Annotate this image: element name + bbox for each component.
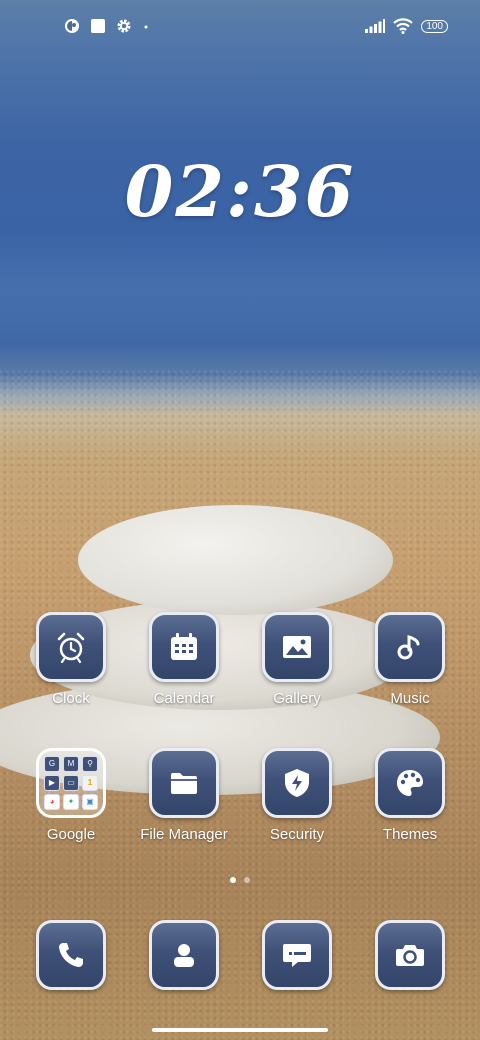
palette-icon[interactable] bbox=[375, 748, 445, 818]
app-label: Music bbox=[390, 690, 430, 707]
folder-mini-app: ▭ bbox=[63, 775, 79, 791]
stone-top bbox=[78, 505, 393, 615]
folder-mini-app: ▶ bbox=[44, 775, 60, 791]
page-dot-active[interactable] bbox=[230, 877, 236, 883]
dock-camera[interactable] bbox=[355, 920, 465, 990]
contacts-icon[interactable] bbox=[149, 920, 219, 990]
app-label: Calendar bbox=[153, 690, 215, 707]
app-google-folder[interactable]: G M ⚲ ▶ ▭ 1 ◕ ✦ ▣ Google bbox=[16, 748, 126, 843]
app-label: Security bbox=[269, 826, 325, 843]
app-security[interactable]: Security bbox=[242, 748, 352, 843]
image-icon[interactable] bbox=[262, 612, 332, 682]
shield-bolt-icon[interactable] bbox=[262, 748, 332, 818]
messages-icon[interactable] bbox=[262, 920, 332, 990]
alarm-clock-icon[interactable] bbox=[36, 612, 106, 682]
folder-mini-app: 1 bbox=[82, 775, 98, 791]
more-dot-icon bbox=[144, 25, 148, 29]
status-left bbox=[64, 18, 150, 34]
phone-icon[interactable] bbox=[36, 920, 106, 990]
app-themes[interactable]: Themes bbox=[355, 748, 465, 843]
folder-mini-app: G bbox=[44, 756, 60, 772]
folder-mini-app: ✦ bbox=[63, 794, 79, 810]
camera-icon[interactable] bbox=[375, 920, 445, 990]
app-gallery[interactable]: Gallery bbox=[242, 612, 352, 707]
music-note-icon[interactable] bbox=[375, 612, 445, 682]
page-indicator bbox=[0, 877, 480, 883]
dock-contacts[interactable] bbox=[129, 920, 239, 990]
folder-mini-app: M bbox=[63, 756, 79, 772]
wifi-icon bbox=[393, 18, 414, 34]
dock-phone[interactable] bbox=[16, 920, 126, 990]
app-music[interactable]: Music bbox=[355, 612, 465, 707]
square-notification-icon bbox=[91, 19, 105, 33]
app-calendar[interactable]: Calendar bbox=[129, 612, 239, 707]
calendar-icon[interactable] bbox=[149, 612, 219, 682]
app-file-manager[interactable]: File Manager bbox=[129, 748, 239, 843]
page-dot[interactable] bbox=[244, 877, 250, 883]
home-indicator[interactable] bbox=[152, 1028, 328, 1032]
signal-icon bbox=[365, 19, 386, 33]
status-right: 100 bbox=[365, 18, 448, 34]
clock-widget[interactable]: 02:36 bbox=[0, 150, 480, 233]
app-label: Themes bbox=[382, 826, 438, 843]
folder-mini-app: ▣ bbox=[82, 794, 98, 810]
folder-icon[interactable] bbox=[149, 748, 219, 818]
app-label: Google bbox=[46, 826, 96, 843]
google-folder-icon[interactable]: G M ⚲ ▶ ▭ 1 ◕ ✦ ▣ bbox=[36, 748, 106, 818]
folder-mini-app: ◕ bbox=[44, 794, 60, 810]
dock-messages[interactable] bbox=[242, 920, 352, 990]
status-bar: 100 bbox=[0, 0, 480, 56]
app-label: File Manager bbox=[140, 826, 228, 843]
app-notification-icon bbox=[65, 19, 79, 33]
app-label: Gallery bbox=[273, 690, 321, 707]
battery-icon: 100 bbox=[421, 19, 448, 33]
folder-mini-app: ⚲ bbox=[82, 756, 98, 772]
settings-gear-icon bbox=[117, 19, 131, 33]
app-label: Clock bbox=[52, 690, 90, 707]
app-clock[interactable]: Clock bbox=[16, 612, 126, 707]
